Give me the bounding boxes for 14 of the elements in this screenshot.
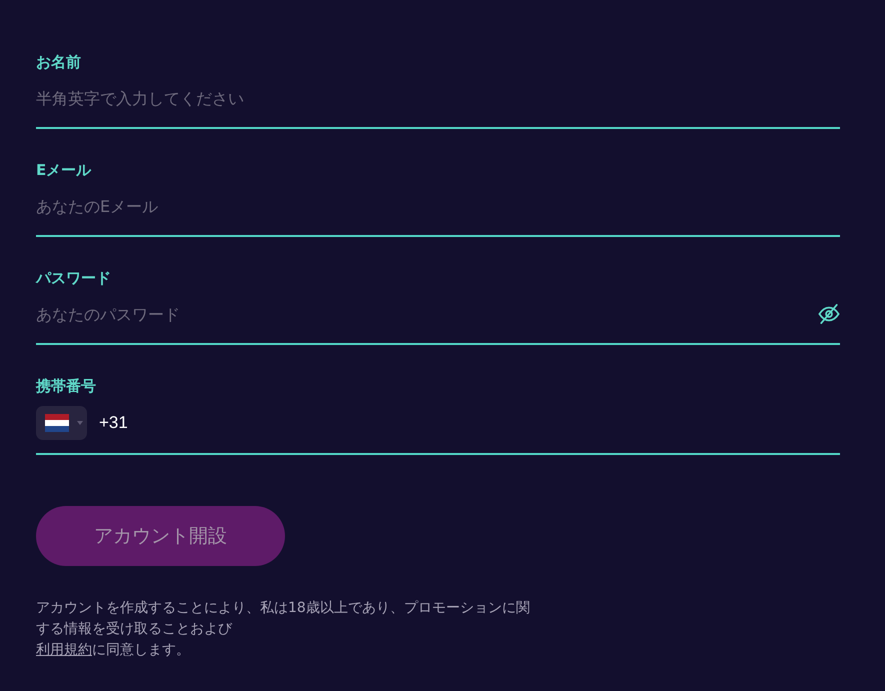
caret-icon — [77, 421, 83, 425]
password-input[interactable]: あなたのパスワード — [36, 296, 840, 345]
field-label: Eメール — [36, 161, 92, 179]
text-input[interactable]: 半角英字で入力してください — [36, 80, 840, 129]
country-select[interactable] — [36, 406, 87, 440]
phone-input[interactable]: +31 — [99, 406, 840, 440]
eye-slash-icon[interactable] — [818, 304, 840, 324]
terms-link[interactable]: 利用規約 — [36, 642, 92, 658]
text-input[interactable]: あなたのEメール — [36, 188, 840, 237]
flag-icon — [45, 414, 69, 432]
legal-text: アカウントを作成することにより、私は18歳以上であり、プロモーションに関する情報を受け取ることおよび 利用規約に同意します。 — [36, 599, 531, 660]
field-label: お名前 — [36, 53, 82, 71]
field-label: 携帯番号 — [36, 377, 97, 395]
field-label: パスワード — [36, 269, 112, 287]
